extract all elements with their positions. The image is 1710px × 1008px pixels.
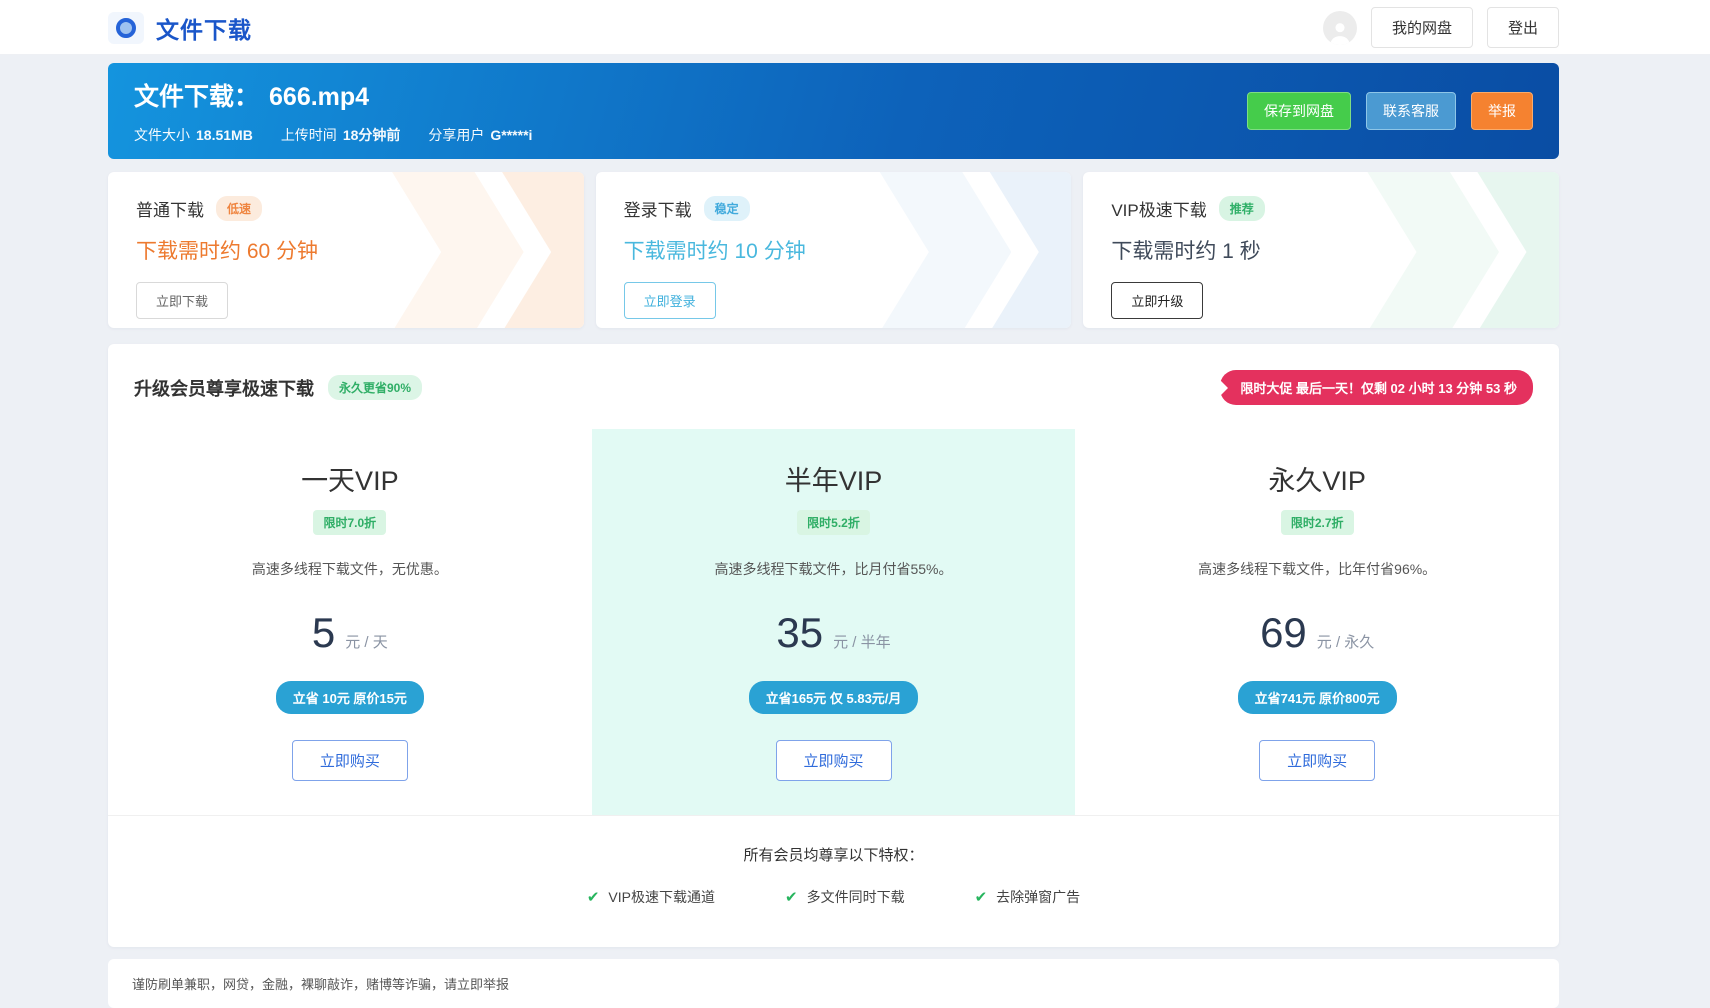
banner-title-prefix: 文件下载： — [134, 83, 259, 111]
plan-price: 5 元 / 天 — [138, 609, 562, 657]
check-icon: ✔ — [975, 888, 988, 906]
page-title: 文件下载 — [156, 11, 252, 45]
banner-title: 文件下载： 666.mp4 — [134, 77, 532, 113]
download-options: 普通下载 低速 下载需时约 60 分钟 立即下载 登录下载 稳定 下载需时约 1… — [108, 172, 1559, 328]
perks-title: 所有会员均尊享以下特权： — [134, 844, 1533, 865]
price-number: 69 — [1260, 609, 1307, 657]
price-number: 5 — [312, 609, 335, 657]
vip-badge: 永久更省90% — [328, 375, 422, 400]
buy-button[interactable]: 立即购买 — [292, 740, 408, 781]
plan-description: 高速多线程下载文件，比年付省96%。 — [1105, 559, 1529, 579]
upgrade-now-button[interactable]: 立即升级 — [1111, 282, 1203, 319]
banner-actions: 保存到网盘 联系客服 举报 — [1247, 92, 1533, 130]
logo-ring — [116, 18, 136, 38]
option-title: 普通下载 — [136, 196, 204, 221]
meta-upload-time: 上传时间18分钟前 — [281, 125, 401, 145]
option-card-normal: 普通下载 低速 下载需时约 60 分钟 立即下载 — [108, 172, 584, 328]
vip-perks: 所有会员均尊享以下特权： ✔VIP极速下载通道 ✔多文件同时下载 ✔去除弹窗广告 — [108, 815, 1559, 913]
check-icon: ✔ — [587, 888, 600, 906]
option-badge-recommended: 推荐 — [1219, 196, 1265, 221]
download-now-button[interactable]: 立即下载 — [136, 282, 228, 319]
plan-price: 69 元 / 永久 — [1105, 609, 1529, 657]
plan-save-pill: 立省 10元 原价15元 — [276, 681, 424, 714]
perk-item: ✔去除弹窗广告 — [975, 887, 1081, 907]
option-title: VIP极速下载 — [1111, 196, 1206, 221]
brand: 文件下载 — [108, 11, 252, 45]
meta-share-user: 分享用户G*****i — [428, 125, 532, 145]
plan-discount-badge: 限时2.7折 — [1281, 510, 1354, 535]
meta-file-size: 文件大小18.51MB — [134, 125, 253, 145]
contact-support-button[interactable]: 联系客服 — [1366, 92, 1456, 130]
plan-card-one-day: 一天VIP 限时7.0折 高速多线程下载文件，无优惠。 5 元 / 天 立省 1… — [108, 429, 592, 815]
file-banner: 文件下载： 666.mp4 文件大小18.51MB 上传时间18分钟前 分享用户G… — [108, 63, 1559, 159]
footer-warning: 谨防刷单兼职，网贷，金融，裸聊敲诈，赌博等诈骗，请立即举报 — [108, 959, 1559, 1008]
option-card-vip: VIP极速下载 推荐 下载需时约 1 秒 立即升级 — [1083, 172, 1559, 328]
logo-icon[interactable] — [108, 12, 144, 44]
option-time: 下载需时约 60 分钟 — [136, 235, 556, 265]
check-icon: ✔ — [785, 888, 798, 906]
plan-name: 永久VIP — [1105, 459, 1529, 498]
vip-title: 升级会员尊享极速下载 — [134, 375, 314, 401]
option-badge-stable: 稳定 — [704, 196, 750, 221]
vip-section: 升级会员尊享极速下载 永久更省90% 限时大促 最后一天！仅剩 02 小时 13… — [108, 344, 1559, 947]
file-name: 666.mp4 — [269, 83, 369, 111]
price-number: 35 — [776, 609, 823, 657]
option-badge-slow: 低速 — [216, 196, 262, 221]
logout-button[interactable]: 登出 — [1487, 7, 1559, 48]
report-button[interactable]: 举报 — [1471, 92, 1533, 130]
plan-card-half-year: 半年VIP 限时5.2折 高速多线程下载文件，比月付省55%。 35 元 / 半… — [592, 429, 1076, 815]
plan-name: 半年VIP — [622, 459, 1046, 498]
top-bar: 文件下载 我的网盘 登出 — [0, 0, 1710, 55]
vip-plans: 一天VIP 限时7.0折 高速多线程下载文件，无优惠。 5 元 / 天 立省 1… — [108, 429, 1559, 815]
plan-name: 一天VIP — [138, 459, 562, 498]
price-unit: 元 / 天 — [345, 631, 388, 652]
price-unit: 元 / 半年 — [833, 631, 891, 652]
plan-price: 35 元 / 半年 — [622, 609, 1046, 657]
my-drive-button[interactable]: 我的网盘 — [1371, 7, 1473, 48]
file-meta: 文件大小18.51MB 上传时间18分钟前 分享用户G*****i — [134, 125, 532, 145]
perk-item: ✔多文件同时下载 — [785, 887, 905, 907]
plan-discount-badge: 限时5.2折 — [797, 510, 870, 535]
top-actions: 我的网盘 登出 — [1323, 7, 1559, 48]
buy-button[interactable]: 立即购买 — [776, 740, 892, 781]
plan-description: 高速多线程下载文件，无优惠。 — [138, 559, 562, 579]
option-time: 下载需时约 10 分钟 — [624, 235, 1044, 265]
buy-button[interactable]: 立即购买 — [1259, 740, 1375, 781]
plan-discount-badge: 限时7.0折 — [313, 510, 386, 535]
perk-item: ✔VIP极速下载通道 — [587, 887, 715, 907]
user-icon — [1327, 19, 1353, 45]
option-time: 下载需时约 1 秒 — [1111, 235, 1531, 265]
price-unit: 元 / 永久 — [1317, 631, 1375, 652]
option-title: 登录下载 — [624, 196, 692, 221]
login-now-button[interactable]: 立即登录 — [624, 282, 716, 319]
plan-save-pill: 立省741元 原价800元 — [1238, 681, 1397, 714]
save-to-drive-button[interactable]: 保存到网盘 — [1247, 92, 1351, 130]
avatar[interactable] — [1323, 11, 1357, 45]
plan-save-pill: 立省165元 仅 5.83元/月 — [749, 681, 919, 714]
plan-card-forever: 永久VIP 限时2.7折 高速多线程下载文件，比年付省96%。 69 元 / 永… — [1075, 429, 1559, 815]
promo-countdown: 限时大促 最后一天！仅剩 02 小时 13 分钟 53 秒 — [1220, 370, 1533, 405]
option-card-login: 登录下载 稳定 下载需时约 10 分钟 立即登录 — [596, 172, 1072, 328]
plan-description: 高速多线程下载文件，比月付省55%。 — [622, 559, 1046, 579]
